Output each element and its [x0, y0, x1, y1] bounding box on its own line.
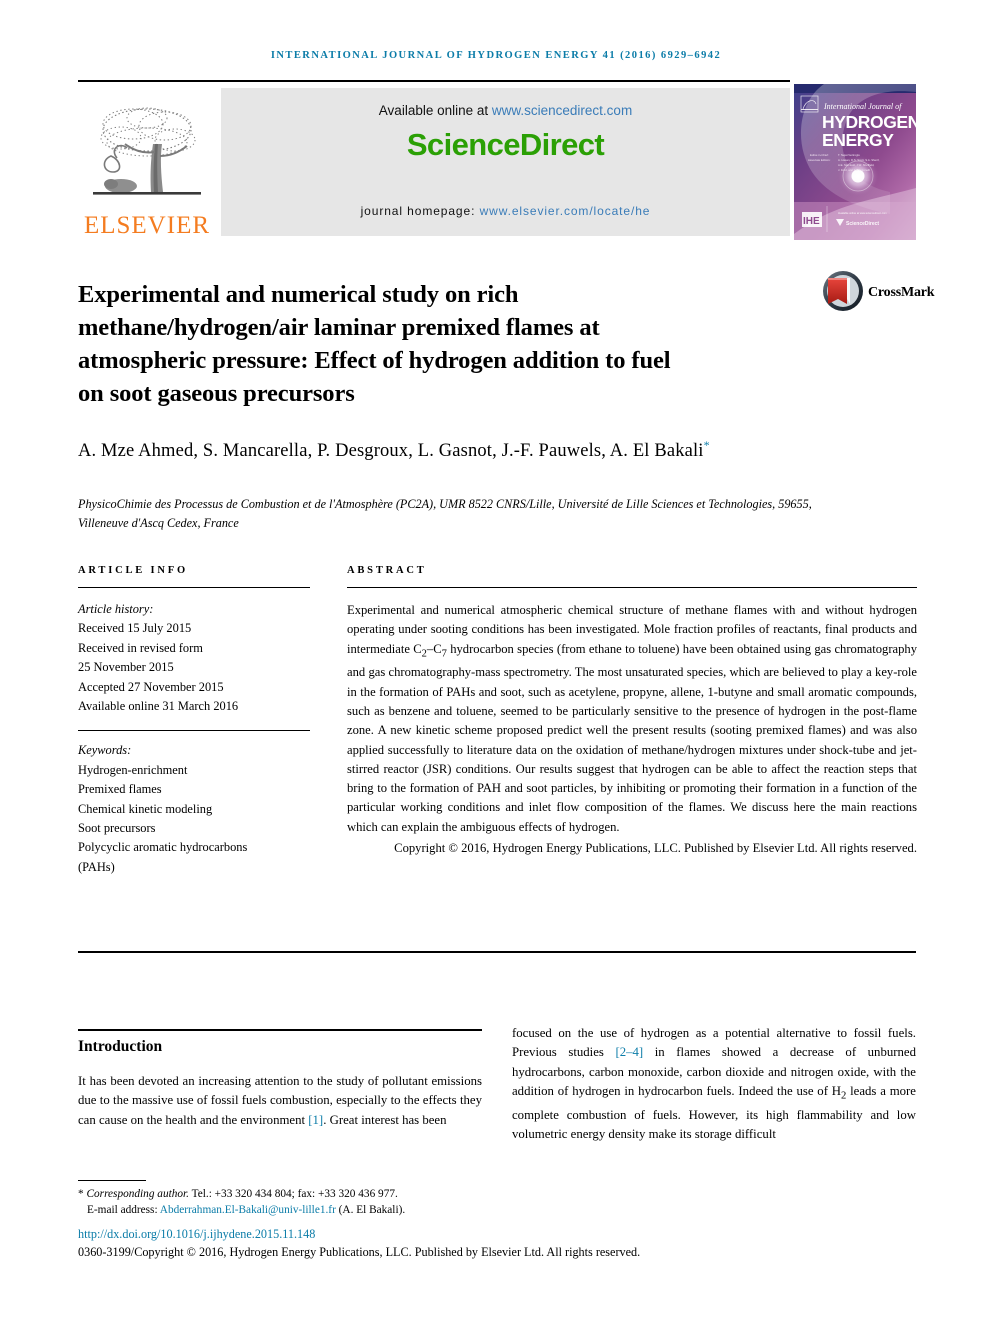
abstract-heading: ABSTRACT [347, 565, 427, 576]
crossmark-badge[interactable]: CrossMark [822, 268, 935, 318]
abstract-text-part2: hydrocarbon species (from ethane to tolu… [347, 641, 917, 834]
cover-line3: ENERGY [822, 130, 894, 150]
body-column-left: It has been devoted an increasing attent… [78, 1072, 482, 1130]
history-item: 25 November 2015 [78, 660, 174, 675]
crossmark-icon [822, 270, 864, 317]
svg-text:A. Hasan, D.S. Scott, S.A. She: A. Hasan, D.S. Scott, S.A. Sherif, [838, 158, 880, 162]
article-info-heading: ARTICLE INFO [78, 565, 188, 576]
svg-text:Associate Editors:: Associate Editors: [808, 158, 831, 162]
email-note: E-mail address: Abderrahman.El-Bakali@un… [78, 1202, 838, 1218]
keyword-item: Polycyclic aromatic hydrocarbons [78, 840, 248, 855]
abstract-body: Experimental and numerical atmospheric c… [347, 601, 917, 858]
footnote-block: * Corresponding author. Tel.: +33 320 43… [78, 1186, 838, 1218]
page-title: Experimental and numerical study on rich… [78, 281, 671, 408]
keyword-item: Chemical kinetic modeling [78, 801, 213, 816]
journal-cover-thumbnail[interactable]: International Journal of HYDROGEN ENERGY… [794, 84, 916, 240]
body-column-right: focused on the use of hydrogen as a pote… [512, 1024, 916, 1144]
section-divider-left [78, 1029, 482, 1031]
email-suffix: (A. El Bakali). [335, 1204, 406, 1217]
elsevier-wordmark: ELSEVIER [83, 212, 211, 239]
intro-text-left-part2: . Great interest has been [323, 1112, 447, 1127]
keywords-label: Keywords: [78, 743, 132, 758]
svg-text:A.E. Steinfeld, J.W. Sheffield: A.E. Steinfeld, J.W. Sheffield, [838, 163, 875, 167]
svg-text:Available online at www.scienc: Available online at www.sciencedirect.co… [838, 211, 887, 215]
affiliation: PhysicoChimie des Processus de Combustio… [78, 497, 812, 530]
journal-article-page: International Journal of Hydrogen Energy… [0, 0, 992, 1323]
keyword-item: Hydrogen-enrichment [78, 762, 188, 777]
journal-homepage-label: journal homepage: [360, 204, 480, 218]
article-history-label: Article history: [78, 602, 154, 616]
issn-copyright-line: 0360-3199/Copyright © 2016, Hydrogen Ene… [78, 1245, 641, 1259]
corresponding-author-note: * Corresponding author. Tel.: +33 320 43… [78, 1186, 838, 1202]
elsevier-logo: ELSEVIER [78, 88, 216, 238]
footnote-rule [78, 1180, 146, 1181]
sciencedirect-wordmark[interactable]: ScienceDirect [407, 127, 605, 163]
introduction-heading: Introduction [78, 1038, 163, 1055]
section-divider-full [78, 951, 916, 953]
masthead-top-rule [78, 80, 790, 82]
footnote-marker: * [78, 1188, 84, 1200]
ihe-logo-icon: IHE [802, 212, 822, 227]
svg-text:Editor-in-Chief:: Editor-in-Chief: [810, 153, 829, 157]
journal-homepage-line: journal homepage: www.elsevier.com/locat… [221, 204, 790, 218]
available-online-label: Available online at [378, 103, 492, 118]
sciencedirect-url-link[interactable]: www.sciencedirect.com [492, 103, 632, 118]
article-history-block: Article history: Received 15 July 2015 R… [78, 600, 310, 716]
email-label: E-mail address: [87, 1204, 160, 1217]
journal-homepage-link[interactable]: www.elsevier.com/locate/he [480, 204, 651, 218]
citation-ref-2-4[interactable]: [2–4] [615, 1045, 643, 1059]
masthead: ELSEVIER Available online at www.science… [78, 84, 916, 240]
sciencedirect-panel: Available online at www.sciencedirect.co… [221, 88, 790, 236]
running-head: International Journal of Hydrogen Energy… [270, 50, 722, 61]
abstract-text-mid: –C [426, 641, 442, 656]
keyword-item: (PAHs) [78, 859, 115, 874]
history-item: Available online 31 March 2016 [78, 699, 239, 714]
email-link[interactable]: Abderrahman.El-Bakali@univ-lille1.fr [160, 1204, 336, 1216]
corresponding-author-contact: Tel.: +33 320 434 804; fax: +33 320 436 … [189, 1188, 398, 1200]
cover-line1: International Journal of [823, 102, 903, 111]
doi-link[interactable]: http://dx.doi.org/10.1016/j.ijhydene.201… [78, 1227, 315, 1242]
crossmark-label: CrossMark [868, 285, 935, 300]
history-item: Received in revised form [78, 640, 203, 655]
article-info-rule [78, 587, 310, 588]
svg-text:J. Ford, and E.F. Antonelli: J. Ford, and E.F. Antonelli [838, 168, 870, 172]
svg-text:IHE: IHE [803, 216, 820, 227]
available-online-line: Available online at www.sciencedirect.co… [379, 103, 632, 118]
author-names: A. Mze Ahmed, S. Mancarella, P. Desgroux… [78, 441, 704, 462]
elsevier-tree-icon [81, 100, 213, 212]
article-info-section: ARTICLE INFO Article history: Received 1… [78, 565, 310, 877]
history-item: Received 15 July 2015 [78, 621, 192, 636]
abstract-rule [347, 587, 917, 588]
citation-ref-1[interactable]: [1] [308, 1113, 323, 1127]
keyword-item: Premixed flames [78, 782, 162, 797]
keyword-item: Soot precursors [78, 821, 156, 836]
abstract-section: ABSTRACT Experimental and numerical atmo… [347, 565, 917, 858]
author-list: A. Mze Ahmed, S. Mancarella, P. Desgroux… [78, 432, 798, 465]
keywords-block: Keywords: Hydrogen-enrichment Premixed f… [78, 741, 310, 877]
history-item: Accepted 27 November 2015 [78, 679, 224, 694]
corresponding-author-label: Corresponding author. [86, 1188, 190, 1200]
abstract-copyright: Copyright © 2016, Hydrogen Energy Public… [394, 841, 917, 856]
keywords-rule [78, 730, 310, 732]
svg-text:T. Nejat Veziroglu: T. Nejat Veziroglu [838, 153, 860, 157]
svg-text:ScienceDirect: ScienceDirect [846, 221, 879, 227]
corresponding-author-marker[interactable]: * [704, 438, 710, 452]
cover-line2: HYDROGEN [822, 112, 916, 132]
